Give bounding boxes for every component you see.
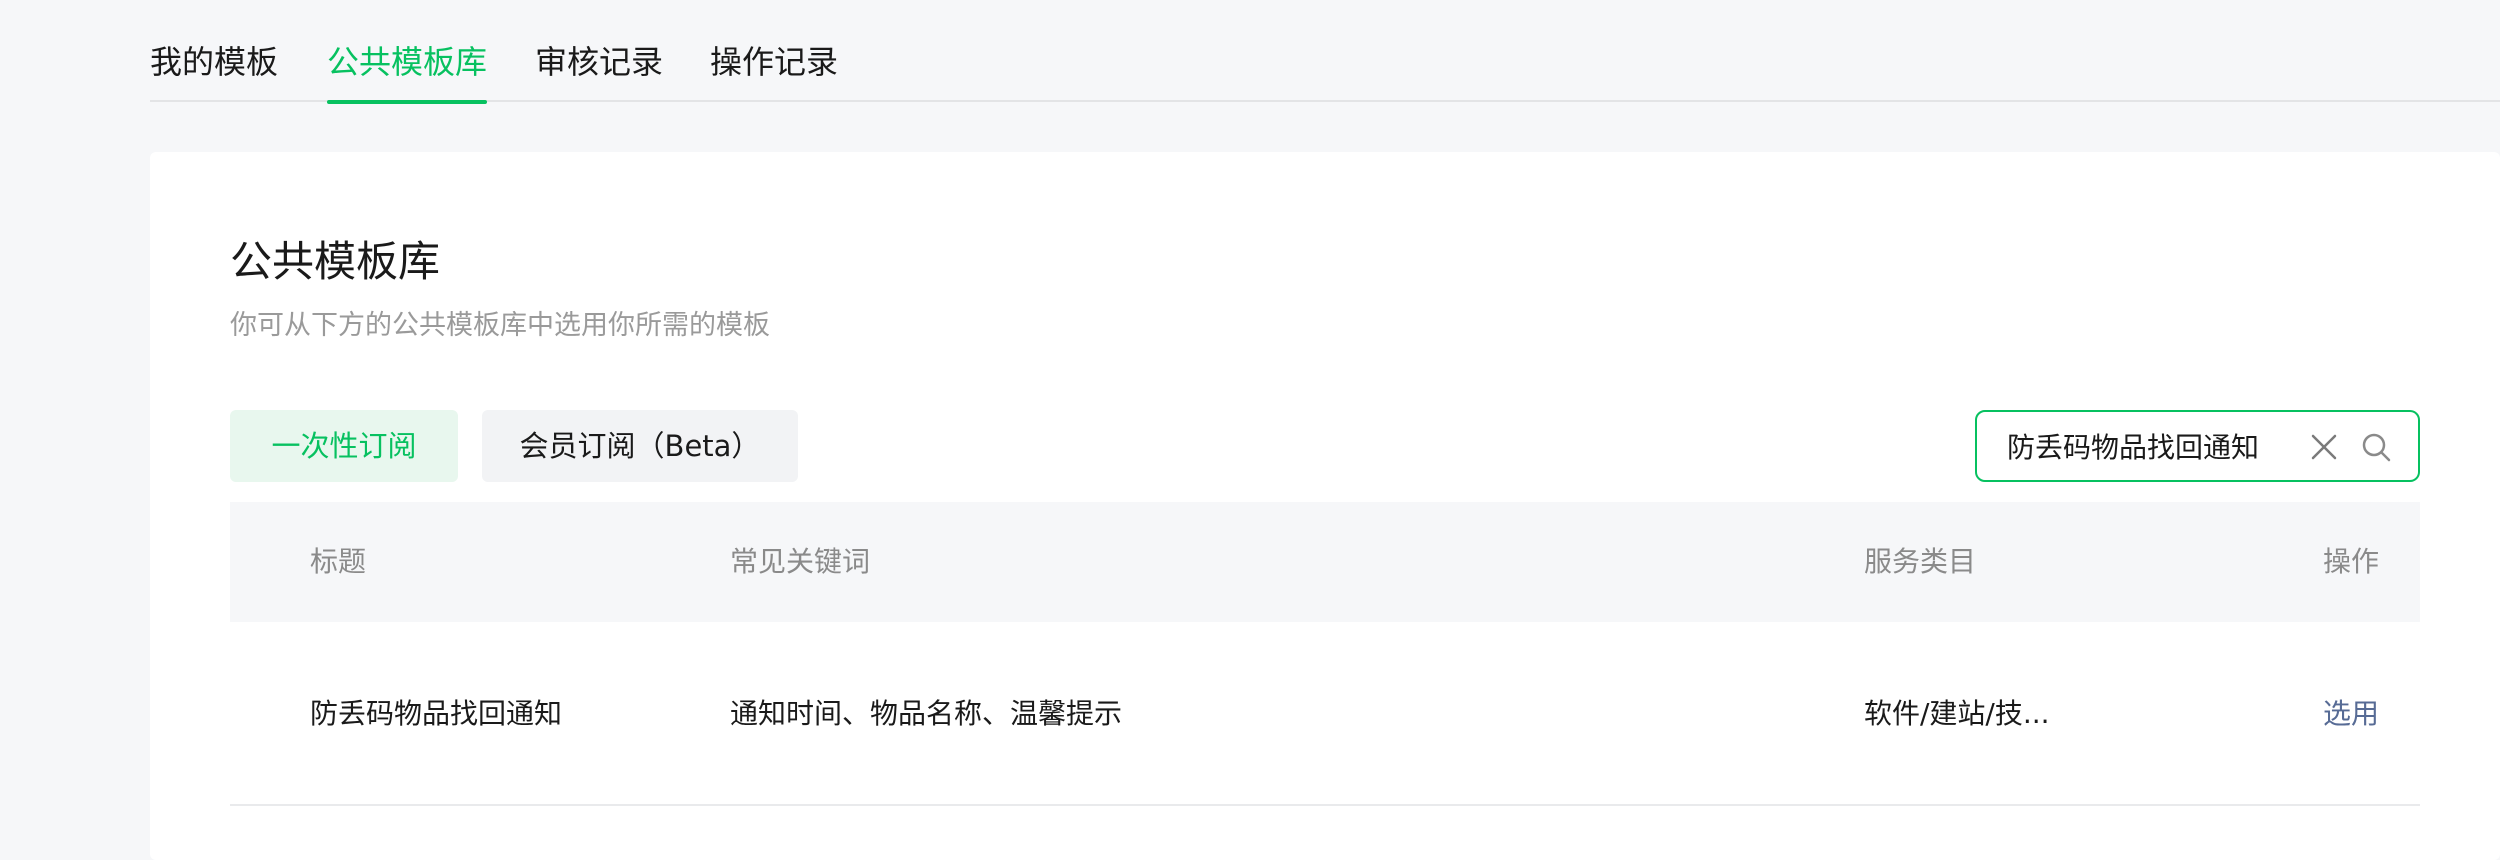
top-tabs: 我的模板 公共模板库 审核记录 操作记录 — [150, 0, 2500, 104]
row-keywords: 通知时间、物品名称、温馨提示 — [730, 697, 1123, 730]
row-title: 防丢码物品找回通知 — [310, 697, 563, 730]
page-subtitle: 你可从下方的公共模板库中选用你所需的模板 — [230, 310, 770, 341]
column-header-action: 操作 — [2323, 545, 2380, 578]
close-icon[interactable] — [2307, 430, 2341, 464]
tab-my-templates[interactable]: 我的模板 — [150, 42, 278, 102]
tab-public-template-library[interactable]: 公共模板库 — [327, 42, 488, 104]
search-box — [1975, 410, 2420, 482]
tab-operation-records[interactable]: 操作记录 — [710, 42, 838, 102]
column-header-keywords: 常见关键词 — [730, 545, 871, 578]
table-header: 标题 常见关键词 服务类目 操作 — [230, 502, 2420, 622]
column-header-title: 标题 — [310, 545, 367, 578]
row-category: 软件/建站/技... — [1864, 697, 2050, 730]
page-title: 公共模板库 — [230, 237, 441, 286]
search-icon[interactable] — [2359, 430, 2393, 464]
search-input[interactable] — [2007, 424, 2297, 468]
select-template-link[interactable]: 选用 — [2323, 694, 2379, 734]
table-row: 防丢码物品找回通知 通知时间、物品名称、温馨提示 软件/建站/技... 选用 — [230, 622, 2420, 806]
segment-one-time-subscription[interactable]: 一次性订阅 — [230, 410, 458, 482]
column-header-category: 服务类目 — [1864, 545, 1977, 578]
tab-review-records[interactable]: 审核记录 — [535, 42, 663, 102]
content-card: 公共模板库 你可从下方的公共模板库中选用你所需的模板 一次性订阅 会员订阅（Be… — [150, 152, 2500, 860]
segment-member-subscription[interactable]: 会员订阅（Beta） — [482, 410, 798, 482]
